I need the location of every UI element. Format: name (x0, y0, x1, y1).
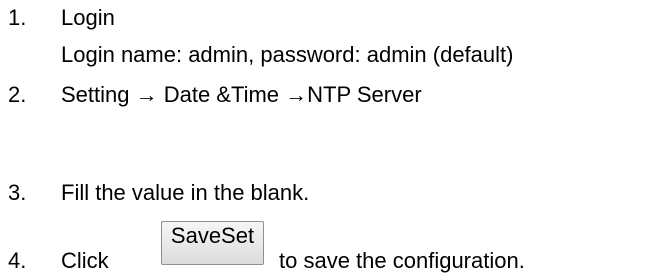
saveset-button[interactable]: SaveSet (161, 221, 264, 265)
step-number: 3. (8, 180, 27, 205)
step-detail-text: Login name: admin, password: admin (defa… (61, 42, 514, 67)
step-number: 4. (8, 248, 27, 273)
step-text: Setting → Date &Time →NTP Server (61, 82, 422, 107)
step-text: Fill the value in the blank. (61, 180, 310, 205)
step-text: Login (61, 5, 115, 30)
step-text-after: to save the configuration. (279, 248, 525, 273)
step-number: 2. (8, 82, 27, 107)
step-number: 1. (8, 5, 27, 30)
step-text: Click (61, 248, 109, 273)
